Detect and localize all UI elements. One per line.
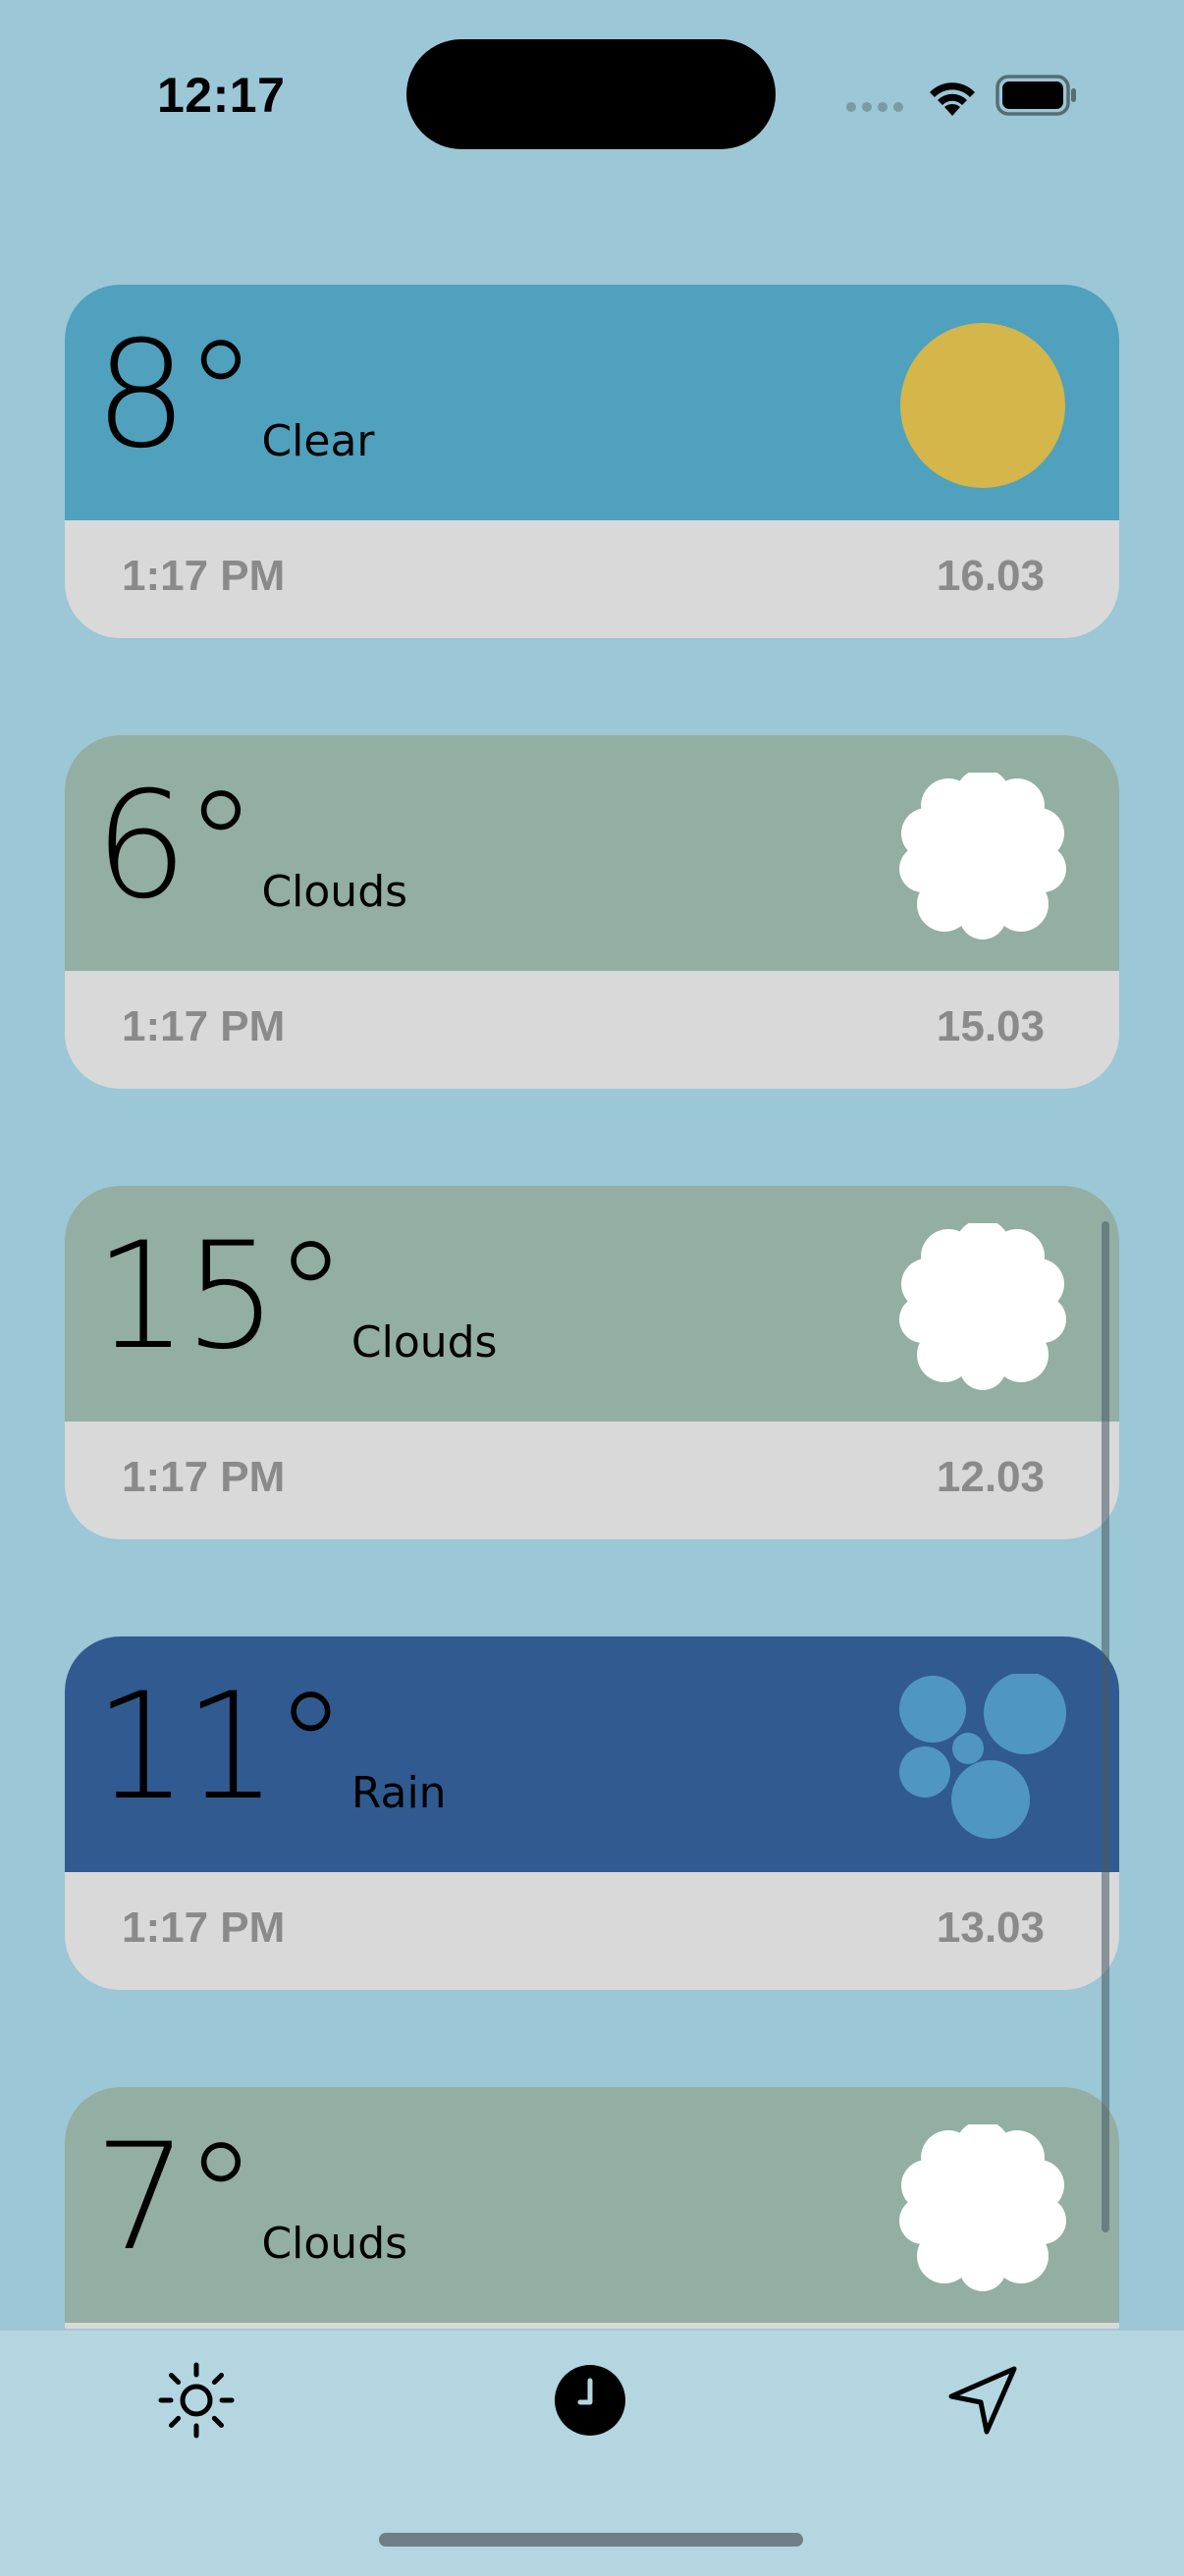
forecast-time: 1:17 PM (122, 1002, 286, 1050)
card-footer: 1:17 PM 16.03 (65, 520, 1119, 638)
tab-current-weather[interactable] (152, 2358, 241, 2446)
degree-symbol: ° (273, 1211, 348, 1382)
forecast-card[interactable]: 7 ° Clouds (65, 2087, 1119, 2329)
forecast-card[interactable]: 8 ° Clear 1:17 PM 16.03 (65, 285, 1119, 638)
condition-label: Clear (261, 416, 375, 466)
temperature: 6 ° Clouds (94, 773, 407, 920)
temperature-value: 15 (94, 1211, 278, 1382)
card-header: 8 ° Clear (65, 285, 1119, 520)
tab-location[interactable] (939, 2358, 1027, 2446)
clock-icon (554, 2364, 626, 2441)
forecast-card[interactable]: 15 ° Clouds 1:17 PM 12.03 (65, 1186, 1119, 1539)
card-header: 6 ° Clouds (65, 735, 1119, 971)
forecast-card[interactable]: 6 ° Clouds 1:17 PM 15.03 (65, 735, 1119, 1089)
degree-symbol: ° (273, 1662, 348, 1833)
condition-label: Rain (350, 1768, 447, 1818)
temperature: 7 ° Clouds (94, 2124, 407, 2272)
forecast-time: 1:17 PM (122, 552, 286, 600)
forecast-time: 1:17 PM (122, 1904, 286, 1952)
temperature-value: 6 (94, 761, 188, 932)
tab-history[interactable] (546, 2358, 634, 2446)
card-footer: 1:17 PM 13.03 (65, 1872, 1119, 1990)
card-header: 15 ° Clouds (65, 1186, 1119, 1422)
card-footer: 1:17 PM 12.03 (65, 1422, 1119, 1539)
scroll-indicator[interactable] (1102, 1221, 1109, 2232)
forecast-date: 13.03 (936, 1904, 1045, 1952)
cloud-icon (899, 2120, 1066, 2291)
temperature-value: 11 (94, 1662, 278, 1833)
temperature: 15 ° Clouds (94, 1223, 497, 1370)
location-arrow-icon (946, 2364, 1019, 2441)
sun-icon (157, 2361, 236, 2443)
forecast-time: 1:17 PM (122, 1453, 286, 1501)
forecast-list[interactable]: 8 ° Clear 1:17 PM 16.03 6 ° Clouds 1:17 … (0, 0, 1184, 2329)
condition-label: Clouds (350, 1317, 498, 1368)
cloud-icon (899, 769, 1066, 939)
card-header: 11 ° Rain (65, 1637, 1119, 1872)
rain-icon (899, 1672, 1066, 1841)
forecast-date: 15.03 (936, 1002, 1045, 1050)
degree-symbol: ° (184, 310, 258, 481)
forecast-date: 16.03 (936, 552, 1045, 600)
card-footer: 1:17 PM 15.03 (65, 971, 1119, 1089)
condition-label: Clouds (261, 867, 408, 917)
temperature-value: 7 (94, 2113, 188, 2283)
forecast-date: 12.03 (936, 1453, 1045, 1501)
card-header: 7 ° Clouds (65, 2087, 1119, 2323)
condition-label: Clouds (261, 2219, 408, 2269)
temperature-value: 8 (94, 310, 188, 481)
degree-symbol: ° (184, 761, 258, 932)
sun-icon (899, 322, 1066, 489)
home-indicator (379, 2533, 803, 2547)
temperature: 8 ° Clear (94, 322, 375, 469)
degree-symbol: ° (184, 2113, 258, 2283)
temperature: 11 ° Rain (94, 1674, 447, 1821)
cloud-icon (899, 1219, 1066, 1390)
forecast-card[interactable]: 11 ° Rain 1:17 PM 13.03 (65, 1637, 1119, 1990)
